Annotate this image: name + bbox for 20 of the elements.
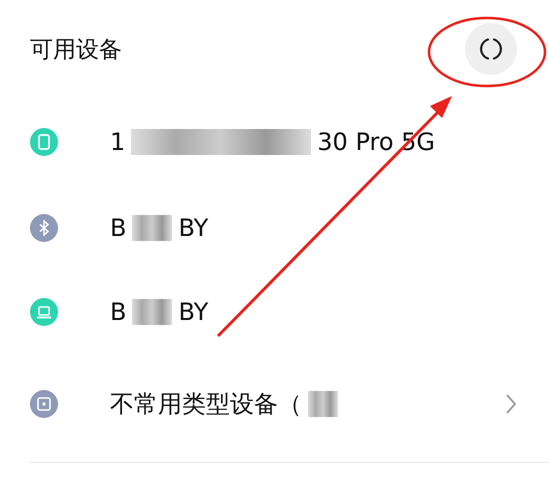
device-name: BY bbox=[178, 214, 208, 242]
device-name: B bbox=[110, 214, 126, 242]
chevron-icon bbox=[505, 393, 517, 415]
bluetooth-icon bbox=[39, 220, 49, 236]
device-name: 不常用类型设备（ bbox=[110, 389, 302, 420]
refresh-button[interactable] bbox=[465, 23, 517, 75]
device-row[interactable]: B BY bbox=[30, 186, 549, 270]
redaction-blur bbox=[132, 215, 172, 241]
laptop-icon bbox=[36, 306, 52, 318]
phone-icon bbox=[38, 134, 50, 150]
device-name: BY bbox=[178, 298, 208, 326]
device-icon bbox=[37, 397, 51, 411]
device-row[interactable]: 不常用类型设备（ bbox=[30, 354, 549, 454]
device-row[interactable]: B BY bbox=[30, 270, 549, 354]
redaction-blur bbox=[308, 391, 338, 417]
device-name: 1 bbox=[110, 128, 126, 156]
device-name: B bbox=[110, 298, 126, 326]
section-title: 可用设备 bbox=[30, 36, 122, 64]
redaction-blur bbox=[132, 299, 172, 325]
refresh-icon bbox=[478, 36, 504, 62]
